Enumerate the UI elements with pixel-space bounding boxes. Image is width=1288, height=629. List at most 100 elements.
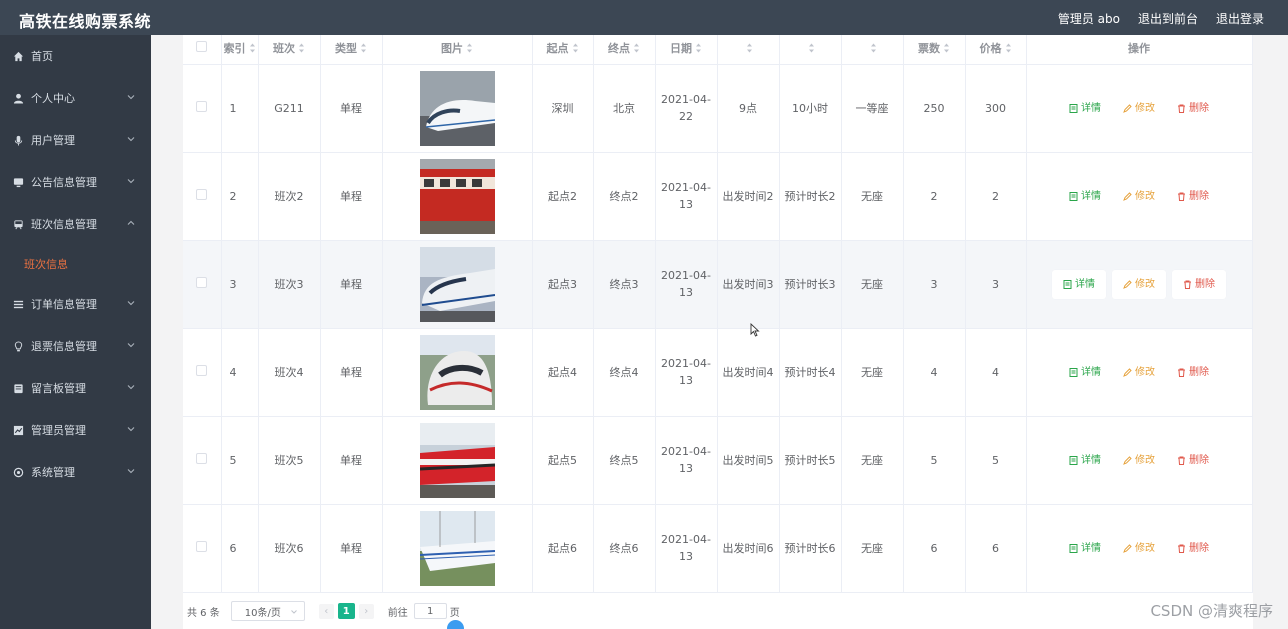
column-header[interactable]: 日期 [655, 35, 718, 65]
price-cell: 5 [965, 416, 1027, 505]
delete-button[interactable]: 删除 [1177, 188, 1209, 205]
train-thumbnail[interactable] [383, 422, 532, 498]
sidebar-item-home[interactable]: 首页 [0, 35, 151, 77]
date-cell: 2021-04-13 [655, 416, 718, 505]
date-cell: 2021-04-13 [655, 504, 718, 593]
column-header[interactable]: 起点 [532, 35, 594, 65]
sort-icon [361, 43, 366, 53]
column-header[interactable]: 价格 [965, 35, 1027, 65]
detail-button[interactable]: 详情 [1069, 100, 1101, 117]
edit-button[interactable]: 修改 [1123, 540, 1155, 557]
index-cell: 6 [221, 504, 259, 593]
column-header[interactable]: 班次 [258, 35, 321, 65]
actions-cell: 详情 修改 删除 [1026, 328, 1253, 417]
column-header[interactable] [779, 35, 842, 65]
next-page-button[interactable]: › [358, 603, 374, 619]
delete-button[interactable]: 删除 [1172, 269, 1226, 299]
edit-button[interactable]: 修改 [1123, 452, 1155, 469]
row-checkbox[interactable] [196, 452, 208, 464]
delete-button[interactable]: 删除 [1177, 364, 1209, 381]
column-header[interactable] [717, 35, 780, 65]
column-header[interactable]: 类型 [320, 35, 383, 65]
index-cell: 2 [221, 152, 259, 241]
edit-button[interactable]: 修改 [1123, 364, 1155, 381]
type-cell: 单程 [320, 328, 383, 417]
detail-button[interactable]: 详情 [1052, 269, 1106, 299]
trash-icon [1178, 456, 1185, 465]
delete-button[interactable]: 删除 [1177, 540, 1209, 557]
seat-cell: 无座 [841, 328, 904, 417]
type-cell: 单程 [320, 64, 383, 153]
bulb-icon [12, 340, 24, 352]
table-row[interactable]: 4 班次4 单程 起点4 终点4 2021-04-13 出发时间4 预计时长4 无座 4 4 详情 修改… [183, 328, 1253, 417]
page-size-select[interactable]: 10条/页 [230, 601, 305, 621]
edit-button[interactable]: 修改 [1112, 269, 1166, 299]
duration-cell: 预计时长2 [779, 152, 842, 241]
date-cell: 2021-04-22 [655, 64, 718, 153]
chevron-down-icon [127, 385, 135, 390]
page-number-current[interactable]: 1 [337, 603, 355, 619]
row-checkbox[interactable] [196, 540, 208, 552]
train-thumbnail[interactable] [383, 158, 532, 234]
sidebar-item-system-management[interactable]: 系统管理 [0, 451, 151, 493]
delete-button[interactable]: 删除 [1177, 452, 1209, 469]
prev-page-button[interactable]: ‹ [318, 603, 334, 619]
sidebar-subitem-schedule-info[interactable]: 班次信息 [0, 245, 151, 283]
train-thumbnail[interactable] [383, 70, 532, 146]
trash-icon [1178, 544, 1185, 553]
sidebar-item-user-management[interactable]: 用户管理 [0, 119, 151, 161]
detail-button[interactable]: 详情 [1069, 452, 1101, 469]
train-thumbnail[interactable] [383, 334, 532, 410]
table-header-row: 索引 班次 类型 图片 起点 终点 日期 票数 价格 操作 [183, 35, 1253, 65]
detail-button[interactable]: 详情 [1069, 540, 1101, 557]
table-row[interactable]: 2 班次2 单程 起点2 终点2 2021-04-13 出发时间2 预计时长2 无座 2 2 详情 修改… [183, 152, 1253, 241]
sidebar-item-message-board[interactable]: 留言板管理 [0, 367, 151, 409]
column-header[interactable]: 索引 [221, 35, 259, 65]
image-cell [382, 328, 533, 417]
sidebar-item-refund-management[interactable]: 退票信息管理 [0, 325, 151, 367]
column-header[interactable]: 图片 [382, 35, 533, 65]
column-header[interactable] [841, 35, 904, 65]
sidebar-item-admin-management[interactable]: 管理员管理 [0, 409, 151, 451]
document-icon [1069, 543, 1078, 553]
document-icon [1069, 103, 1078, 113]
detail-button[interactable]: 详情 [1069, 364, 1101, 381]
actions-cell: 详情 修改 删除 [1026, 240, 1253, 329]
seat-cell: 一等座 [841, 64, 904, 153]
column-header[interactable]: 票数 [903, 35, 966, 65]
logout-link[interactable]: 退出登录 [1216, 10, 1264, 27]
sidebar-item-notice-management[interactable]: 公告信息管理 [0, 161, 151, 203]
train-thumbnail[interactable] [383, 246, 532, 322]
main-content: 索引 班次 类型 图片 起点 终点 日期 票数 价格 操作 1 G211 单程 深圳北… [151, 35, 1288, 629]
select-all-checkbox[interactable] [196, 41, 208, 53]
number-cell: 班次2 [258, 152, 321, 241]
goto-suffix: 页 [449, 607, 460, 619]
sidebar-item-personal-center[interactable]: 个人中心 [0, 77, 151, 119]
chevron-down-icon [127, 95, 135, 100]
row-checkbox[interactable] [196, 276, 208, 288]
sidebar-item-order-management[interactable]: 订单信息管理 [0, 283, 151, 325]
table-row[interactable]: 5 班次5 单程 起点5 终点5 2021-04-13 出发时间5 预计时长5 无座 5 5 详情 修改… [183, 416, 1253, 505]
sidebar-item-label: 退票信息管理 [31, 340, 97, 353]
back-to-front-link[interactable]: 退出到前台 [1138, 10, 1198, 27]
tickets-cell: 250 [903, 64, 966, 153]
number-cell: G211 [258, 64, 321, 153]
detail-button[interactable]: 详情 [1069, 188, 1101, 205]
number-cell: 班次5 [258, 416, 321, 505]
train-thumbnail[interactable] [383, 510, 532, 586]
row-checkbox[interactable] [196, 100, 208, 112]
column-header[interactable]: 终点 [593, 35, 656, 65]
sidebar-item-schedule-management[interactable]: 班次信息管理 [0, 203, 151, 245]
table-row[interactable]: 3 班次3 单程 起点3 终点3 2021-04-13 出发时间3 预计时长3 无座 3 3 详情 修改… [183, 240, 1253, 329]
row-checkbox[interactable] [196, 364, 208, 376]
delete-button[interactable]: 删除 [1177, 100, 1209, 117]
seat-cell: 无座 [841, 504, 904, 593]
row-checkbox[interactable] [196, 188, 208, 200]
actions-cell: 详情 修改 删除 [1026, 152, 1253, 241]
table-row[interactable]: 1 G211 单程 深圳 北京 2021-04-22 9点 10小时 一等座 250 300 详情 修改… [183, 64, 1253, 153]
goto-page-input[interactable] [413, 603, 447, 619]
table-row[interactable]: 6 班次6 单程 起点6 终点6 2021-04-13 出发时间6 预计时长6 无座 6 6 详情 修改… [183, 504, 1253, 593]
image-cell [382, 64, 533, 153]
edit-button[interactable]: 修改 [1123, 100, 1155, 117]
edit-button[interactable]: 修改 [1123, 188, 1155, 205]
